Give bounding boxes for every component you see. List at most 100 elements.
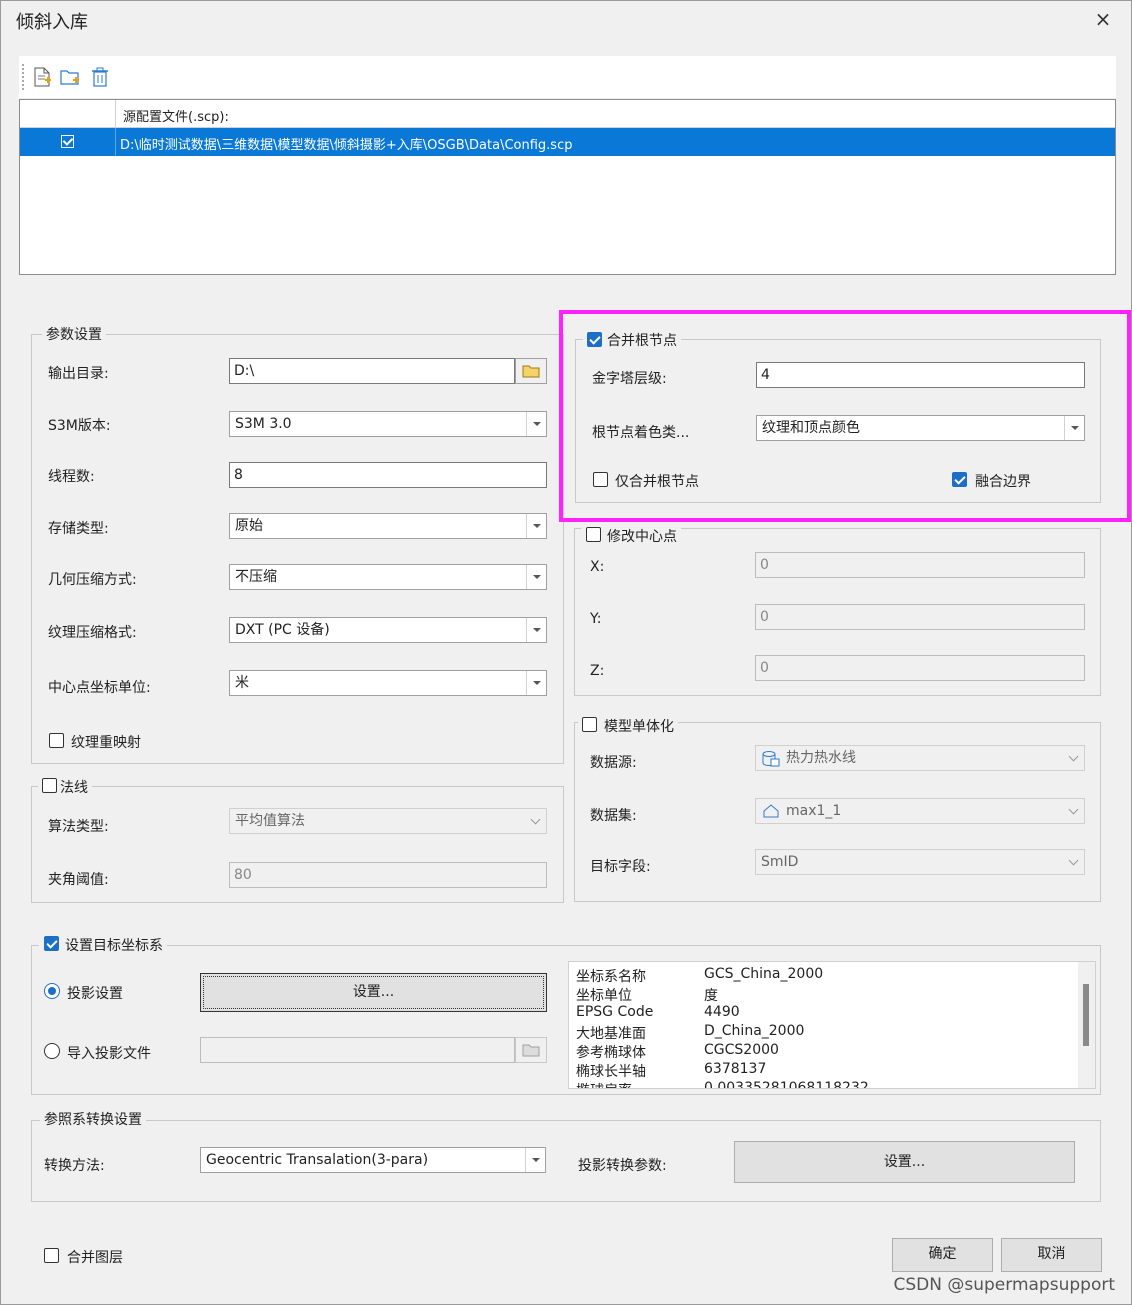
close-button[interactable]: ×: [1085, 5, 1121, 33]
row-path: D:\临时测试数据\三维数据\模型数据\倾斜摄影+入库\OSGB\Data\Co…: [120, 138, 573, 153]
datasource-label: 数据源:: [590, 755, 637, 771]
open-folder-icon: [522, 365, 540, 378]
browse-folder-button[interactable]: [515, 358, 547, 384]
threads-field[interactable]: 8: [229, 462, 547, 488]
chevron-down-icon: [526, 514, 546, 538]
tex-compress-label: 纹理压缩格式:: [48, 625, 137, 641]
method-select[interactable]: Geocentric Transalation(3-para): [200, 1147, 546, 1173]
chevron-down-icon: [526, 565, 546, 589]
method-label: 转换方法:: [44, 1158, 105, 1174]
dialog-window: 倾斜入库 × 源配置文件(.scp): D:\临时测试数据\三维数据\模型数据\…: [0, 0, 1132, 1305]
title-bar: 倾斜入库 ×: [1, 1, 1131, 39]
crs-info-value: 0.00335281068118232: [704, 1080, 869, 1089]
algo-value: 平均值算法: [235, 813, 305, 829]
open-folder-icon: [522, 1044, 540, 1057]
method-value: Geocentric Transalation(3-para): [206, 1152, 429, 1168]
crs-info-key: 椭球长半轴: [576, 1064, 646, 1080]
texture-remap-label: 纹理重映射: [71, 735, 141, 751]
region-dataset-icon: [763, 804, 779, 818]
proj-settings-label: 投影设置: [67, 986, 123, 1002]
x-field[interactable]: 0: [755, 552, 1085, 578]
browse-proj-file-button[interactable]: [515, 1037, 547, 1063]
watermark-text: CSDN @supermapsupport: [893, 1275, 1115, 1295]
import-proj-file-radio[interactable]: [44, 1043, 60, 1059]
texture-remap-checkbox[interactable]: [49, 733, 64, 748]
crs-info-value: 4490: [704, 1004, 740, 1020]
z-label: Z:: [590, 663, 605, 679]
crs-info-value: GCS_China_2000: [704, 966, 824, 982]
chevron-down-icon: [525, 1148, 545, 1172]
proj-settings-button[interactable]: 设置...: [200, 973, 547, 1012]
datasource-select[interactable]: 热力热水线: [755, 745, 1085, 771]
y-field[interactable]: 0: [755, 604, 1085, 630]
cancel-button[interactable]: 取消: [1001, 1238, 1102, 1272]
file-toolbar: [19, 56, 1116, 98]
angle-field[interactable]: 80: [229, 862, 547, 888]
crs-info-value: 度: [704, 988, 718, 1004]
table-row[interactable]: D:\临时测试数据\三维数据\模型数据\倾斜摄影+入库\OSGB\Data\Co…: [20, 128, 1115, 156]
crs-info-key: 坐标系名称: [576, 969, 646, 985]
s3m-select[interactable]: S3M 3.0: [229, 411, 547, 437]
dataset-select[interactable]: max1_1: [755, 798, 1085, 824]
toolbar-grip: [22, 64, 25, 90]
add-folder-icon[interactable]: [59, 66, 81, 88]
center-unit-select[interactable]: 米: [229, 670, 547, 696]
crs-info-key: 参考椭球体: [576, 1045, 646, 1061]
grid-row-check-cell: [20, 128, 116, 156]
storage-value: 原始: [235, 518, 263, 534]
grid-header: 源配置文件(.scp):: [20, 100, 1115, 128]
ok-button[interactable]: 确定: [892, 1238, 993, 1272]
tex-compress-select[interactable]: DXT (PC 设备): [229, 617, 547, 643]
chevron-down-icon: [1064, 799, 1084, 823]
chevron-down-icon: [526, 412, 546, 436]
dataset-value: max1_1: [786, 803, 842, 819]
geo-compress-value: 不压缩: [235, 569, 277, 585]
transform-param-label: 投影转换参数:: [578, 1158, 667, 1174]
database-icon: [762, 751, 780, 767]
source-config-grid: 源配置文件(.scp): D:\临时测试数据\三维数据\模型数据\倾斜摄影+入库…: [19, 99, 1116, 275]
singularize-checkbox[interactable]: [582, 717, 597, 732]
window-title: 倾斜入库: [16, 12, 88, 33]
s3m-value: S3M 3.0: [235, 416, 292, 432]
target-crs-checkbox[interactable]: [44, 936, 59, 951]
scrollbar-thumb[interactable]: [1083, 984, 1089, 1046]
geo-compress-label: 几何压缩方式:: [48, 572, 137, 588]
proj-file-path-field[interactable]: [200, 1037, 515, 1063]
add-file-icon[interactable]: [31, 66, 53, 88]
params-legend: 参数设置: [42, 324, 106, 344]
s3m-label: S3M版本:: [48, 418, 111, 434]
import-proj-file-label: 导入投影文件: [67, 1046, 151, 1062]
chevron-down-icon: [1064, 850, 1084, 874]
chevron-down-icon: [526, 671, 546, 695]
crs-info-value: D_China_2000: [704, 1023, 805, 1039]
target-field-select[interactable]: SmID: [755, 849, 1085, 875]
storage-select[interactable]: 原始: [229, 513, 547, 539]
x-label: X:: [590, 559, 605, 575]
row-checkbox[interactable]: [61, 135, 74, 148]
transform-legend: 参照系转换设置: [40, 1109, 146, 1129]
grid-header-label: 源配置文件(.scp):: [123, 110, 229, 125]
delete-icon[interactable]: [89, 66, 111, 88]
grid-header-check-col: [20, 100, 116, 128]
scrollbar[interactable]: [1078, 962, 1095, 1088]
crs-info-key: 大地基准面: [576, 1026, 646, 1042]
output-dir-field[interactable]: D:\: [229, 358, 515, 384]
storage-label: 存储类型:: [48, 521, 109, 537]
geo-compress-select[interactable]: 不压缩: [229, 564, 547, 590]
threads-label: 线程数:: [48, 469, 95, 485]
crs-info-key: 椭球扁率: [576, 1080, 632, 1088]
center-point-checkbox[interactable]: [586, 527, 601, 542]
z-field[interactable]: 0: [755, 655, 1085, 681]
crs-info-key: EPSG Code: [576, 1004, 654, 1020]
algo-select[interactable]: 平均值算法: [229, 808, 547, 834]
transform-param-button[interactable]: 设置...: [734, 1141, 1075, 1183]
merge-layers-label: 合并图层: [67, 1250, 123, 1266]
merge-layers-checkbox[interactable]: [44, 1248, 59, 1263]
normal-checkbox[interactable]: [42, 778, 57, 793]
params-group: [31, 334, 564, 764]
tex-compress-value: DXT (PC 设备): [235, 622, 330, 638]
chevron-down-icon: [1064, 746, 1084, 770]
proj-settings-radio[interactable]: [44, 983, 60, 999]
crs-info-key: 坐标单位: [576, 988, 632, 1004]
chevron-down-icon: [526, 809, 546, 833]
